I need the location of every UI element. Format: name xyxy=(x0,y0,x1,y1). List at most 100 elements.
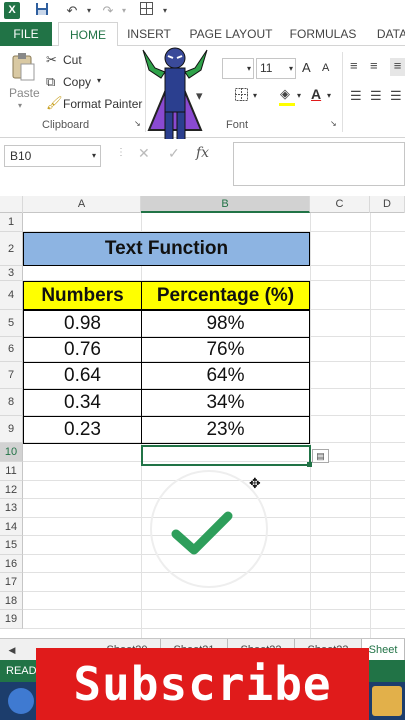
font-name-field[interactable]: ▾ xyxy=(222,58,254,79)
fill-color-swatch xyxy=(279,103,295,106)
paste-button[interactable]: Paste xyxy=(9,86,40,100)
subscribe-banner[interactable]: Subscribe xyxy=(36,648,369,720)
font-size-value: 11 xyxy=(260,61,273,75)
font-launcher-icon[interactable]: ↘ xyxy=(330,119,337,128)
row-header-10[interactable]: 10 xyxy=(0,443,23,462)
save-icon[interactable] xyxy=(34,2,50,19)
row-header-13[interactable]: 13 xyxy=(0,499,23,518)
align-left-icon[interactable]: ☰ xyxy=(350,88,362,104)
number-cell[interactable]: 0.34 xyxy=(23,389,142,417)
align-bottom-icon[interactable]: ≡ xyxy=(390,58,405,76)
format-painter-icon[interactable]: 🖌 xyxy=(46,95,63,111)
row-header-17[interactable]: 17 xyxy=(0,573,23,592)
percentage-cell[interactable]: 76% xyxy=(141,337,310,363)
fill-color-icon[interactable]: ◈ xyxy=(280,86,290,102)
copy-icon[interactable]: ⧉ xyxy=(46,74,55,90)
percentage-cell[interactable]: 34% xyxy=(141,389,310,417)
clipboard-group-label: Clipboard xyxy=(42,119,90,131)
undo-dropdown-icon[interactable]: ▾ xyxy=(84,2,94,19)
format-painter-button[interactable]: Format Painter xyxy=(63,97,142,111)
grid-line xyxy=(370,213,371,638)
font-color-dropdown-icon[interactable]: ▾ xyxy=(327,91,331,100)
borders-icon[interactable] xyxy=(138,2,154,19)
align-center-icon[interactable]: ☰ xyxy=(370,88,382,104)
paste-dropdown-icon[interactable]: ▾ xyxy=(18,101,22,110)
row-header-6[interactable]: 6 xyxy=(0,337,23,362)
row-header-1[interactable]: 1 xyxy=(0,213,23,232)
column-header-a[interactable]: A xyxy=(23,196,141,213)
row-header-11[interactable]: 11 xyxy=(0,462,23,481)
copy-button[interactable]: Copy xyxy=(63,75,91,89)
column-header-b[interactable]: B xyxy=(141,196,310,213)
column-header-d[interactable]: D xyxy=(370,196,405,213)
file-explorer-icon[interactable] xyxy=(372,686,402,716)
name-box[interactable]: B10 ▾ xyxy=(4,145,101,167)
shrink-font-button[interactable]: A xyxy=(322,62,329,74)
align-middle-icon[interactable]: ≡ xyxy=(370,58,378,73)
number-cell[interactable]: 0.98 xyxy=(23,310,142,338)
row-header-9[interactable]: 9 xyxy=(0,416,23,443)
insert-function-icon[interactable]: fx xyxy=(196,145,209,161)
copy-dropdown-icon[interactable]: ▾ xyxy=(97,76,101,85)
row-header-5[interactable]: 5 xyxy=(0,310,23,337)
font-size-dropdown-icon[interactable]: ▾ xyxy=(289,59,293,78)
row-header-3[interactable]: 3 xyxy=(0,266,23,281)
align-right-icon[interactable]: ☰ xyxy=(390,88,402,104)
row-header-2[interactable]: 2 xyxy=(0,232,23,266)
customize-qat-icon[interactable]: ▾ xyxy=(160,2,170,19)
row-header-16[interactable]: 16 xyxy=(0,555,23,573)
selected-cell-b10[interactable] xyxy=(141,445,311,466)
align-top-icon[interactable]: ≡ xyxy=(350,58,358,73)
undo-icon[interactable]: ↶ xyxy=(64,2,80,19)
tab-data[interactable]: DATA xyxy=(372,22,405,46)
select-all-corner[interactable] xyxy=(0,196,23,213)
redo-dropdown-icon[interactable]: ▾ xyxy=(119,2,129,19)
scroll-sheets-left-icon[interactable]: ◀ xyxy=(0,639,24,661)
start-button-icon[interactable] xyxy=(8,688,34,714)
cut-button[interactable]: Cut xyxy=(63,53,82,67)
more-icon: ⋮ xyxy=(116,147,126,158)
name-box-dropdown-icon[interactable]: ▾ xyxy=(92,146,96,166)
cancel-icon[interactable]: ✕ xyxy=(138,145,150,162)
header-cell-percentage[interactable]: Percentage (%) xyxy=(141,281,310,310)
number-cell[interactable]: 0.64 xyxy=(23,362,142,390)
formula-input[interactable] xyxy=(233,142,405,186)
tab-home[interactable]: HOME xyxy=(58,22,118,47)
row-header-14[interactable]: 14 xyxy=(0,518,23,536)
row-header-7[interactable]: 7 xyxy=(0,362,23,389)
borders-dropdown-icon[interactable]: ▾ xyxy=(253,91,257,100)
row-header-4[interactable]: 4 xyxy=(0,281,23,310)
quick-access-toolbar: X ↶ ▾ ↷ ▾ ▾ xyxy=(0,0,405,22)
column-headers: A B C D xyxy=(0,196,405,213)
row-header-18[interactable]: 18 xyxy=(0,592,23,610)
number-cell[interactable]: 0.23 xyxy=(23,416,142,444)
percentage-cell[interactable]: 64% xyxy=(141,362,310,390)
tab-formulas[interactable]: FORMULAS xyxy=(288,22,358,46)
ribbon-home: Paste ▾ ✂ Cut ⧉ Copy ▾ 🖌 Format Painter … xyxy=(0,46,405,148)
paste-icon[interactable] xyxy=(10,52,36,85)
grid-line xyxy=(23,591,405,592)
row-header-19[interactable]: 19 xyxy=(0,610,23,629)
font-color-icon[interactable]: A xyxy=(311,86,321,102)
ribbon-separator xyxy=(342,52,343,132)
table-title-cell[interactable]: Text Function xyxy=(23,232,310,266)
number-cell[interactable]: 0.76 xyxy=(23,337,142,363)
enter-icon[interactable]: ✓ xyxy=(168,145,180,162)
tab-file[interactable]: FILE xyxy=(0,22,52,46)
grow-font-button[interactable]: A xyxy=(302,60,311,75)
borders-button-icon[interactable] xyxy=(235,88,248,104)
cut-icon[interactable]: ✂ xyxy=(46,52,57,68)
redo-icon[interactable]: ↷ xyxy=(100,2,116,19)
row-header-15[interactable]: 15 xyxy=(0,536,23,555)
grid-line xyxy=(23,609,405,610)
font-size-field[interactable]: 11 ▾ xyxy=(256,58,296,79)
paste-options-icon[interactable]: ▤ xyxy=(312,449,329,463)
header-cell-numbers[interactable]: Numbers xyxy=(23,281,142,310)
percentage-cell[interactable]: 23% xyxy=(141,416,310,444)
percentage-cell[interactable]: 98% xyxy=(141,310,310,338)
grid-line xyxy=(23,628,405,629)
row-header-12[interactable]: 12 xyxy=(0,481,23,499)
column-header-c[interactable]: C xyxy=(310,196,370,213)
fill-color-dropdown-icon[interactable]: ▾ xyxy=(297,91,301,100)
row-header-8[interactable]: 8 xyxy=(0,389,23,416)
